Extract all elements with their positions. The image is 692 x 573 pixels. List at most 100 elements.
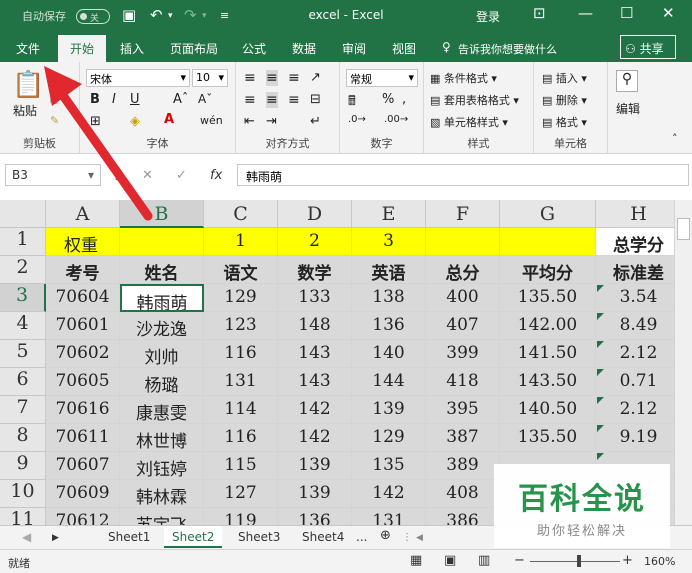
conditional-format-button[interactable]: ▦ 条件格式 ▾ [430,70,497,86]
merge-icon[interactable]: ⊟ [310,92,321,107]
cell-d6[interactable]: 143 [278,368,352,396]
cell-h1[interactable]: 总学分 [596,228,674,256]
zoom-level[interactable]: 160% [644,555,675,568]
cell-a8[interactable]: 70611 [46,424,120,452]
cell-c6[interactable]: 131 [204,368,278,396]
cell-d8[interactable]: 142 [278,424,352,452]
column-header-h[interactable]: H [596,200,674,228]
cell-c7[interactable]: 114 [204,396,278,424]
cut-icon[interactable]: ✂ [50,74,59,87]
underline-button[interactable]: U [130,92,140,107]
prev-sheet-icon[interactable]: ◀ [22,530,31,544]
format-as-table-button[interactable]: ▤ 套用表格格式 ▾ [430,92,519,108]
comma-button[interactable]: , [402,92,406,107]
cell-f7[interactable]: 395 [426,396,500,424]
row-header-10[interactable]: 10 [0,480,46,508]
cell-h2[interactable]: 标准差 [596,256,674,284]
cell-f8[interactable]: 387 [426,424,500,452]
cell-styles-button[interactable]: ▧ 单元格样式 ▾ [430,114,508,130]
tab-file[interactable]: 文件 [16,40,40,57]
cell-c11[interactable]: 119 [204,508,278,525]
cell-c10[interactable]: 127 [204,480,278,508]
phonetic-icon[interactable]: wén [200,114,223,127]
increase-font-icon[interactable]: Aˆ [173,92,188,107]
cell-f1[interactable] [426,228,500,256]
cell-c5[interactable]: 116 [204,340,278,368]
cell-h7[interactable]: 2.12 [596,396,674,424]
font-name-select[interactable]: 宋体 ▾ [86,69,190,87]
format-painter-icon[interactable]: ✎ [50,114,59,127]
row-header-4[interactable]: 4 [0,312,46,340]
cell-c8[interactable]: 116 [204,424,278,452]
row-header-11[interactable]: 11 [0,508,46,525]
decrease-indent-icon[interactable]: ⇤ [244,114,255,129]
paste-icon[interactable]: 📋 [12,70,44,100]
cell-a10[interactable]: 70609 [46,480,120,508]
cancel-icon[interactable]: ✕ [142,168,153,183]
row-header-7[interactable]: 7 [0,396,46,424]
align-bottom-icon[interactable]: ≡ [288,70,300,86]
insert-function-button[interactable]: fx [210,168,222,183]
cell-c2[interactable]: 语文 [204,256,278,284]
column-header-f[interactable]: F [426,200,500,228]
name-box[interactable]: B3 ▾ [5,164,101,186]
delete-cells-button[interactable]: ▤ 删除 ▾ [542,92,587,108]
font-size-select[interactable]: 10 ▾ [192,69,228,87]
format-cells-button[interactable]: ▤ 格式 ▾ [542,114,587,130]
cell-g7[interactable]: 140.50 [500,396,596,424]
cell-e10[interactable]: 142 [352,480,426,508]
cell-e2[interactable]: 英语 [352,256,426,284]
row-header-1[interactable]: 1 [0,228,46,256]
cell-b5[interactable]: 刘帅 [120,340,204,368]
column-header-a[interactable]: A [46,200,120,228]
cell-e3[interactable]: 138 [352,284,426,312]
enter-icon[interactable]: ✓ [176,168,187,183]
cell-e1[interactable]: 3 [352,228,426,256]
cell-a4[interactable]: 70601 [46,312,120,340]
cell-e4[interactable]: 136 [352,312,426,340]
border-icon[interactable]: ⊞ [90,114,101,129]
normal-view-icon[interactable]: ▦ [410,553,422,568]
increase-decimal-icon[interactable]: .0→ [348,114,366,125]
row-header-6[interactable]: 6 [0,368,46,396]
cell-b7[interactable]: 康惠雯 [120,396,204,424]
column-header-b[interactable]: B [120,200,204,228]
orientation-icon[interactable]: ↗ [310,70,321,85]
cell-c3[interactable]: 129 [204,284,278,312]
align-left-icon[interactable]: ≡ [244,92,256,108]
cell-g1[interactable] [500,228,596,256]
wrap-text-icon[interactable]: ↵ [310,114,321,129]
cell-e5[interactable]: 140 [352,340,426,368]
cell-b2[interactable]: 姓名 [120,256,204,284]
cell-a9[interactable]: 70607 [46,452,120,480]
decrease-font-icon[interactable]: Aˇ [198,92,212,106]
row-header-5[interactable]: 5 [0,340,46,368]
sheet-tab-2[interactable]: Sheet2 [164,526,223,548]
cell-a7[interactable]: 70616 [46,396,120,424]
close-icon[interactable]: ✕ [662,4,675,22]
cell-f11[interactable]: 386 [426,508,500,525]
cell-e7[interactable]: 139 [352,396,426,424]
column-header-e[interactable]: E [352,200,426,228]
fill-color-icon[interactable]: ◈ [130,114,140,129]
row-header-9[interactable]: 9 [0,452,46,480]
tab-review[interactable]: 审阅 [342,40,366,57]
cell-d7[interactable]: 142 [278,396,352,424]
tell-me-box[interactable]: 告诉我你想要做什么 [458,41,557,57]
increase-indent-icon[interactable]: ⇥ [266,114,277,129]
cell-e6[interactable]: 144 [352,368,426,396]
italic-button[interactable]: I [112,92,116,107]
cell-d5[interactable]: 143 [278,340,352,368]
cell-b1[interactable] [120,228,204,256]
more-sheets[interactable]: ... [356,530,367,544]
cell-e9[interactable]: 135 [352,452,426,480]
cell-d11[interactable]: 136 [278,508,352,525]
tab-view[interactable]: 视图 [392,40,416,57]
ribbon-display-icon[interactable]: ⊡ [533,4,546,22]
cell-f9[interactable]: 389 [426,452,500,480]
cell-d9[interactable]: 139 [278,452,352,480]
editing-label[interactable]: 编辑 [616,100,640,117]
sheet-tab-1[interactable]: Sheet1 [108,530,150,544]
cell-c4[interactable]: 123 [204,312,278,340]
add-sheet-icon[interactable]: ⊕ [380,528,391,543]
